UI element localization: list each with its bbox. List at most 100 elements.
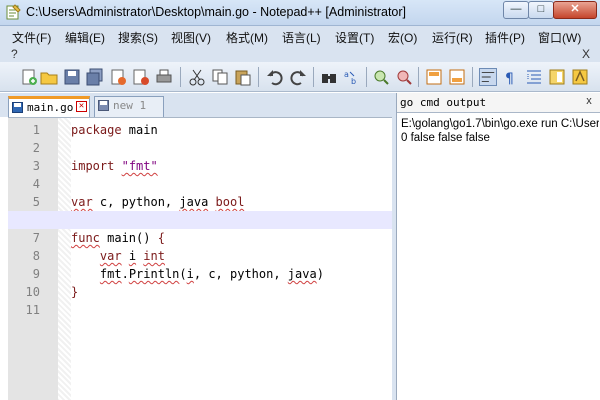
tab-bar: main.go ✕ new 1 [0,93,392,117]
code-line: } [71,283,392,301]
code-line: func main() { [71,231,165,245]
output-line: 0 false false false [401,132,490,144]
current-line-highlight [8,211,392,229]
code-token: i [128,249,137,263]
code-line: var c, python, java bool [71,195,245,209]
sync-v-icon[interactable] [425,68,443,86]
fold-margin[interactable] [58,118,71,400]
code-token: var [71,195,93,209]
output-line: E:\golang\go1.7\bin\go.exe run C:\User [401,118,599,130]
code-token: int [143,249,165,263]
svg-text:a: a [344,70,349,79]
print-icon[interactable] [155,68,173,86]
line-number: 7 [32,231,40,245]
line-number: 9 [32,267,40,281]
find-icon[interactable] [320,68,338,86]
window-title: C:\Users\Administrator\Desktop\main.go -… [26,5,407,19]
line-number: 8 [32,249,40,263]
code-token: import [71,159,115,173]
menu-settings[interactable]: 设置(T) [335,29,374,46]
code-line: package main [71,123,158,137]
undo-icon[interactable] [266,68,284,86]
line-number: 1 [32,123,40,137]
code-token: bool [215,195,245,209]
tab-main-go[interactable]: main.go ✕ [8,96,90,117]
save-icon[interactable] [63,68,81,86]
code-editor[interactable]: 1 2 3 4 5 6 7 8 9 10 11 package main imp… [8,117,392,400]
cut-icon[interactable] [188,68,206,86]
save-all-icon[interactable] [86,68,104,86]
code-token: Println [128,267,180,281]
sync-h-icon[interactable] [448,68,466,86]
toolbar-separator [418,67,419,87]
code-token: var [99,249,122,263]
title-bar: C:\Users\Administrator\Desktop\main.go -… [0,0,600,26]
line-number: 3 [32,159,40,173]
menu-plugins[interactable]: 插件(P) [485,29,525,46]
maximize-button[interactable]: □ [528,1,554,19]
code-token: java [287,267,317,281]
line-number: 10 [25,285,40,299]
menu-search[interactable]: 搜索(S) [118,29,158,46]
zoom-out-icon[interactable] [395,68,413,86]
indent-guide-icon[interactable] [525,68,543,86]
close-document-button[interactable]: X [582,47,590,61]
line-number: 2 [32,141,40,155]
code-token: func [71,231,100,245]
output-close-icon[interactable]: x [583,96,595,108]
saved-file-icon [98,100,109,111]
tab-label: main.go [27,101,74,114]
menu-format[interactable]: 格式(M) [226,29,268,46]
saved-file-icon [12,102,23,113]
code-token: i [186,267,194,281]
toolbar-separator [472,67,473,87]
code-token: fmt [99,267,122,281]
open-file-icon[interactable] [40,68,58,86]
code-line: import "fmt" [71,157,392,175]
minimize-button[interactable]: — [503,1,529,19]
menu-view[interactable]: 视图(V) [171,29,211,46]
new-file-icon[interactable] [20,68,38,86]
replace-icon[interactable]: ab [343,68,361,86]
menu-bar: 文件(F) 编辑(E) 搜索(S) 视图(V) 格式(M) 语言(L) 设置(T… [0,26,600,46]
menu-language[interactable]: 语言(L) [282,29,321,46]
tab-new-1[interactable]: new 1 [94,96,164,117]
wrap-icon[interactable] [479,68,497,86]
code-token: { [157,231,165,245]
code-line: fmt.Println(i, c, python, java) [99,267,324,281]
function-list-icon[interactable] [571,68,589,86]
menu-run[interactable]: 运行(R) [432,29,473,46]
output-panel-title: go cmd output [400,96,487,109]
toolbar-separator [313,67,314,87]
menu-macro[interactable]: 宏(O) [388,29,417,46]
tab-close-icon[interactable]: ✕ [76,101,87,112]
output-text[interactable]: E:\golang\go1.7\bin\go.exe run C:\User 0… [401,117,599,145]
line-number: 4 [32,177,40,191]
redo-icon[interactable] [289,68,307,86]
code-text-area[interactable]: package main import "fmt" var c, python,… [8,118,392,400]
menu-file[interactable]: 文件(F) [12,29,51,46]
toolbar-separator [180,67,181,87]
close-window-button[interactable]: ✕ [553,1,597,19]
line-number-gutter: 1 2 3 4 5 6 7 8 9 10 11 [8,118,58,400]
svg-text:¶: ¶ [505,71,514,86]
code-token: java [179,195,209,209]
close-icon[interactable] [109,68,127,86]
toolbar-separator [258,67,259,87]
line-number: 5 [32,195,40,209]
code-token: "fmt" [121,159,158,173]
menu-edit[interactable]: 编辑(E) [65,29,105,46]
doc-map-icon[interactable] [548,68,566,86]
output-panel: go cmd output x E:\golang\go1.7\bin\go.e… [396,93,600,400]
close-all-icon[interactable] [132,68,150,86]
menu-help[interactable]: ? [11,47,18,61]
paste-icon[interactable] [234,68,252,86]
zoom-in-icon[interactable] [372,68,390,86]
copy-icon[interactable] [211,68,229,86]
output-panel-header: go cmd output x [397,93,600,113]
menu-window[interactable]: 窗口(W) [538,29,581,46]
line-number: 11 [25,303,40,317]
help-row: ? X [0,46,600,62]
code-token: package [71,123,122,137]
show-all-icon[interactable]: ¶ [502,68,520,86]
